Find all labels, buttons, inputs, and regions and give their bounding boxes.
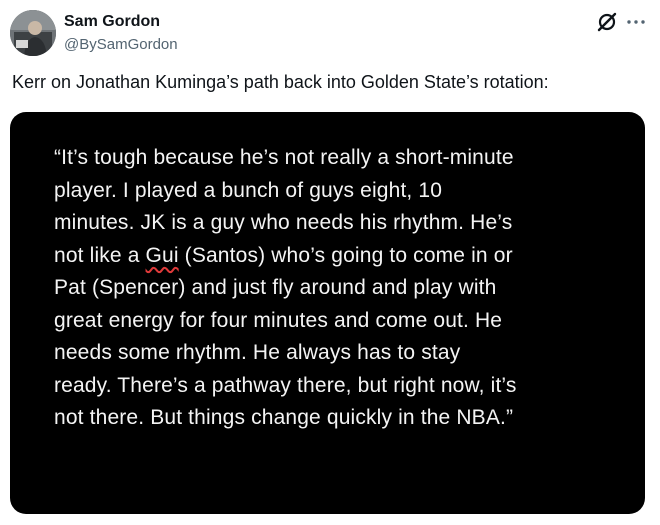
tweet-image[interactable]: “It’s tough because he’s not really a sh… [10, 112, 645, 514]
spellcheck-word: Gui [145, 243, 179, 267]
quote-line: “It’s tough because he’s not really a sh… [54, 146, 514, 169]
avatar[interactable] [10, 10, 56, 56]
quote-line-end: (Santos) who’s going to come in or [178, 243, 513, 267]
more-options-icon[interactable] [624, 11, 648, 33]
quote-line-start: not like a [54, 243, 146, 267]
quote-text: “It’s tough because he’s not really a sh… [54, 142, 517, 435]
quote-line: needs some rhythm. He always has to stay [54, 341, 461, 364]
profile-photo-icon [10, 10, 56, 56]
quote-line: ready. There’s a pathway there, but righ… [54, 373, 517, 397]
author-handle[interactable]: @BySamGordon [64, 36, 178, 53]
quote-line: Pat (Spencer) and just fly around and pl… [54, 276, 497, 299]
author-name[interactable]: Sam Gordon [64, 13, 160, 31]
tweet-header: Sam Gordon @BySamGordon [10, 8, 650, 60]
quote-line: minutes. JK is a guy who needs his rhyth… [54, 211, 513, 234]
quote-line: great energy for four minutes and come o… [54, 308, 503, 332]
quote-line: not there. But things change quickly in … [54, 406, 514, 429]
grok-icon[interactable] [596, 11, 618, 33]
quote-line: player. I played a bunch of guys eight, … [54, 178, 443, 202]
tweet-text: Kerr on Jonathan Kuminga’s path back int… [12, 72, 549, 92]
quote-line: not like a Gui (Santos) who’s going to c… [54, 240, 517, 273]
